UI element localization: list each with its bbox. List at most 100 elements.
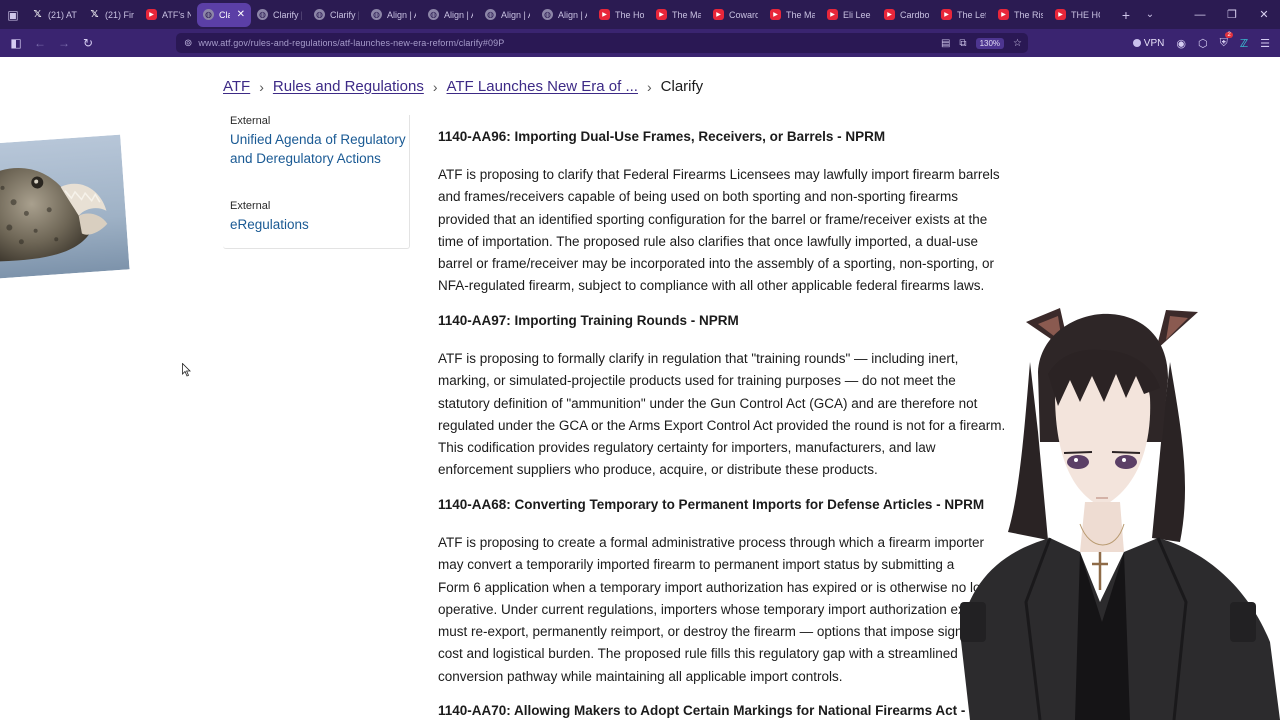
x-icon: 𝕏 xyxy=(90,9,99,20)
breadcrumb-separator-icon: › xyxy=(259,78,264,95)
youtube-icon: ▶ xyxy=(656,9,667,20)
youtube-icon: ▶ xyxy=(827,9,838,20)
tab[interactable]: ▶ The Ris xyxy=(992,3,1049,27)
tab[interactable]: 𝕏 (21) AT xyxy=(26,3,83,27)
breadcrumb-parent-link[interactable]: ATF Launches New Era of ... xyxy=(447,78,638,95)
tab-title: Clari xyxy=(219,9,230,20)
x-icon: 𝕏 xyxy=(33,9,42,20)
breadcrumb-current: Clarify xyxy=(660,78,704,95)
vpn-icon xyxy=(1132,39,1141,47)
fish-photo-overlay xyxy=(0,134,130,279)
tab-title: (21) AT xyxy=(48,9,77,20)
tab[interactable]: ◍ Align | A xyxy=(536,3,593,27)
bookmark-star-icon[interactable]: ☆ xyxy=(1013,38,1022,49)
restore-button[interactable]: ❐ xyxy=(1216,0,1248,29)
breadcrumb: ATF › Rules and Regulations › ATF Launch… xyxy=(223,78,703,95)
rule-item: 1140-AA96: Importing Dual-Use Frames, Re… xyxy=(438,129,1078,298)
sidebar-toggle-icon[interactable]: ◧ xyxy=(4,29,28,57)
youtube-icon: ▶ xyxy=(884,9,895,20)
unified-agenda-link[interactable]: Unified Agenda of Regulatory and Deregul… xyxy=(230,131,410,168)
toolbar-right-actions: VPN ◉ ⬡ ⛨ 2 ℤ ☰ xyxy=(1132,29,1280,57)
tab-list: 𝕏 (21) AT 𝕏 (21) Fir ▶ ATF's N ◍ Clari ✕ ◍ Clarify… xyxy=(26,0,1106,29)
close-window-button[interactable]: ✕ xyxy=(1248,0,1280,29)
tab[interactable]: ▶ The Lef xyxy=(935,3,992,27)
tab[interactable]: ▶ Eli Lee xyxy=(821,3,878,27)
shield-extension-icon[interactable]: ⛨ 2 xyxy=(1220,31,1233,50)
window-controls: — ❐ ✕ xyxy=(1184,0,1280,29)
extension-badge: 2 xyxy=(1225,31,1233,38)
tab[interactable]: ◍ Clarify | xyxy=(308,3,365,27)
youtube-icon: ▶ xyxy=(1055,9,1066,20)
close-tab-icon[interactable]: ✕ xyxy=(237,9,245,20)
youtube-icon: ▶ xyxy=(713,9,724,20)
browser-tab-strip: ▣ 𝕏 (21) AT 𝕏 (21) Fir ▶ ATF's N ◍ Clari ✕ ◍ Clari… xyxy=(0,0,1280,29)
tab[interactable]: ▶ The Ma xyxy=(650,3,707,27)
reader-mode-icon[interactable]: ▤ xyxy=(941,38,950,49)
youtube-icon: ▶ xyxy=(941,9,952,20)
tab[interactable]: ◍ Clarify | xyxy=(251,3,308,27)
tab-title: THE HC xyxy=(1071,9,1100,20)
tab[interactable]: ◍ Align | A xyxy=(422,3,479,27)
address-bar[interactable]: ⊚ www.atf.gov/rules-and-regulations/atf-… xyxy=(176,33,1028,53)
youtube-icon: ▶ xyxy=(770,9,781,20)
tab[interactable]: 𝕏 (21) Fir xyxy=(83,3,140,27)
site-info-icon[interactable]: ⊚ xyxy=(184,38,192,49)
tab-active[interactable]: ◍ Clari ✕ xyxy=(197,2,251,27)
tab[interactable]: ▶ The Ho xyxy=(593,3,650,27)
reload-button[interactable]: ↻ xyxy=(76,29,100,57)
forward-button[interactable]: → xyxy=(52,29,76,57)
tab-title: (21) Fir xyxy=(105,9,134,20)
eregulations-link[interactable]: eRegulations xyxy=(230,216,410,235)
globe-icon: ◍ xyxy=(371,9,382,20)
globe-icon: ◍ xyxy=(542,9,553,20)
tab[interactable]: ▶ Cardbo xyxy=(878,3,935,27)
web-page: ATF › Rules and Regulations › ATF Launch… xyxy=(0,57,1280,720)
youtube-icon: ▶ xyxy=(146,9,157,20)
tab-title: The Ho xyxy=(615,9,644,20)
breadcrumb-separator-icon: › xyxy=(432,78,438,95)
tab-actions-menu-icon[interactable]: ▣ xyxy=(0,0,26,29)
tab[interactable]: ▶ The Ma xyxy=(764,3,821,27)
globe-icon: ◍ xyxy=(203,9,214,20)
breadcrumb-separator-icon: › xyxy=(646,78,652,95)
ai-assistant-icon[interactable]: ℤ xyxy=(1240,37,1248,50)
address-bar-actions: ▤ ⧉ 130% ☆ xyxy=(941,33,1022,53)
tab-title: The Ma xyxy=(672,9,701,20)
tab-title: Clarify | xyxy=(273,9,302,20)
rule-item-title: 1140-AA96: Importing Dual-Use Frames, Re… xyxy=(438,129,886,144)
back-button[interactable]: ← xyxy=(28,29,52,57)
minimize-button[interactable]: — xyxy=(1184,0,1216,29)
screenshot-icon[interactable]: ⧉ xyxy=(959,38,966,49)
tab-title: Coward xyxy=(729,9,758,20)
tab[interactable]: ▶ THE HC xyxy=(1049,3,1106,27)
tab-title: Align | A xyxy=(558,9,587,20)
vtuber-avatar-overlay xyxy=(930,302,1280,720)
globe-icon: ◍ xyxy=(485,9,496,20)
account-icon[interactable]: ◉ xyxy=(1176,37,1186,50)
vpn-label: VPN xyxy=(1143,37,1165,49)
breadcrumb-rules-link[interactable]: Rules and Regulations xyxy=(273,78,424,95)
youtube-icon: ▶ xyxy=(599,9,610,20)
tab-overflow-chevron-icon[interactable]: ⌄ xyxy=(1138,9,1162,20)
related-item: External Unified Agenda of Regulatory an… xyxy=(230,115,410,168)
tab-title: Align | A xyxy=(444,9,473,20)
related-item: External eRegulations xyxy=(230,200,410,235)
tab-title: Cardbo xyxy=(900,9,929,20)
new-tab-button[interactable]: + xyxy=(1114,7,1138,23)
main-menu-icon[interactable]: ☰ xyxy=(1260,37,1270,50)
tab-title: Eli Lee xyxy=(843,9,871,20)
tab-title: The Ris xyxy=(1014,9,1043,20)
zoom-level-badge[interactable]: 130% xyxy=(975,37,1005,49)
related-links-panel: External Unified Agenda of Regulatory an… xyxy=(223,115,410,249)
browser-toolbar: ◧ ← → ↻ ⊚ www.atf.gov/rules-and-regulati… xyxy=(0,29,1280,57)
tab-title: Align | A xyxy=(387,9,416,20)
extensions-icon[interactable]: ⬡ xyxy=(1198,37,1208,50)
tab[interactable]: ▶ ATF's N xyxy=(140,3,197,27)
breadcrumb-home-link[interactable]: ATF xyxy=(223,78,250,95)
tab[interactable]: ◍ Align | A xyxy=(479,3,536,27)
tab[interactable]: ◍ Align | A xyxy=(365,3,422,27)
tab[interactable]: ▶ Coward xyxy=(707,3,764,27)
vpn-button[interactable]: VPN xyxy=(1132,37,1165,49)
rule-item-body: ATF is proposing to clarify that Federal… xyxy=(438,167,1000,294)
globe-icon: ◍ xyxy=(314,9,325,20)
